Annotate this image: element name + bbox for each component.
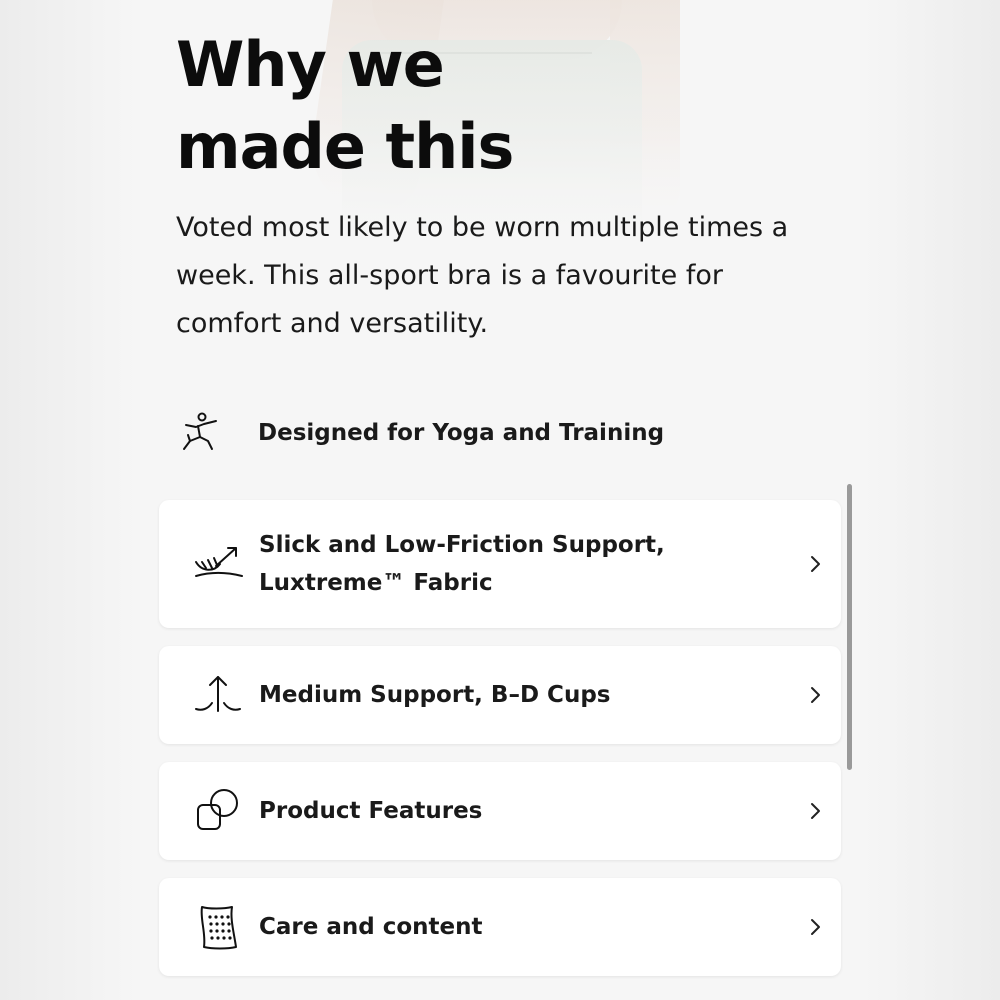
section-title: Why we made this <box>176 24 776 188</box>
section-description: Voted most likely to be worn multiple ti… <box>176 212 789 339</box>
fabric-stretch-icon <box>191 537 245 591</box>
card-support-label: Medium Support, B–D Cups <box>259 682 611 708</box>
card-features-label: Product Features <box>259 798 483 824</box>
card-features[interactable]: Product Features <box>159 762 841 860</box>
activity-label: Designed for Yoga and Training <box>258 420 665 446</box>
yoga-pose-icon <box>176 409 224 457</box>
card-fabric-label: Slick and Low-Friction Support, Luxtreme… <box>259 532 665 596</box>
card-care-label: Care and content <box>259 914 483 940</box>
activity-row: Designed for Yoga and Training <box>176 408 664 458</box>
chevron-right-icon <box>803 915 827 939</box>
section-title-line-1: Why we <box>176 28 445 101</box>
card-support[interactable]: Medium Support, B–D Cups <box>159 646 841 744</box>
features-icon <box>191 784 245 838</box>
card-fabric[interactable]: Slick and Low-Friction Support, Luxtreme… <box>159 500 841 628</box>
scrollbar[interactable] <box>847 484 852 770</box>
chevron-right-icon <box>803 799 827 823</box>
support-level-icon <box>191 668 245 722</box>
care-label-icon <box>191 900 245 954</box>
card-care[interactable]: Care and content <box>159 878 841 976</box>
product-details-panel: Why we made this Voted most likely to be… <box>142 0 858 1000</box>
section-title-line-2: made this <box>176 110 514 183</box>
chevron-right-icon <box>803 683 827 707</box>
chevron-right-icon <box>803 552 827 576</box>
